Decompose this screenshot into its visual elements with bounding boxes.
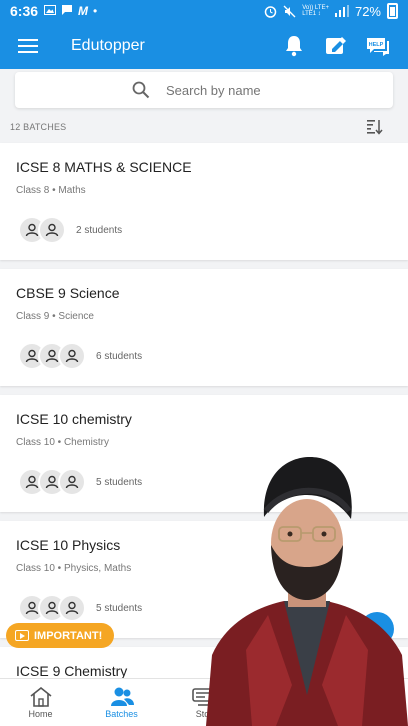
help-icon[interactable]: HELP (366, 34, 390, 58)
status-time: 6:36 (10, 3, 39, 19)
help-badge-text: HELP (369, 42, 384, 48)
batch-card[interactable]: CBSE 9 Science Class 9 • Science 6 stude… (0, 269, 408, 386)
search-bar[interactable] (15, 72, 393, 108)
status-bar: 6:36 M • Vo)) LTE+ LTE1 ↕ 72% (0, 0, 408, 22)
m-app-icon: M (78, 4, 89, 18)
search-input[interactable] (166, 82, 276, 98)
student-avatar-icon (58, 342, 86, 370)
message-icon (62, 5, 73, 15)
batch-subtitle: Class 10 • Chemistry (16, 437, 109, 448)
play-icon (15, 630, 29, 641)
student-avatars: 5 students (18, 594, 142, 622)
batch-subtitle: Class 10 • Physics, Maths (16, 563, 132, 574)
important-label: IMPORTANT! (34, 629, 103, 642)
bell-icon[interactable] (282, 34, 306, 58)
batch-subtitle: Class 8 • Maths (16, 185, 86, 196)
batch-subtitle: Class 9 • Science (16, 311, 94, 322)
batch-count-row: 12 BATCHES (10, 117, 398, 137)
student-avatars: 5 students (18, 468, 142, 496)
student-avatars: 2 students (18, 216, 122, 244)
menu-icon[interactable] (18, 38, 38, 53)
student-count: 5 students (96, 476, 143, 488)
search-icon (132, 81, 150, 99)
nav-home[interactable]: Home (0, 679, 81, 726)
dot-icon: • (93, 4, 98, 18)
nav-home-label: Home (28, 708, 53, 719)
gallery-icon (44, 5, 57, 15)
batches-icon (110, 687, 134, 706)
batch-count: 12 BATCHES (10, 122, 67, 132)
notification-icons: M • (44, 4, 97, 18)
student-count: 6 students (96, 350, 143, 362)
student-avatar-icon (58, 468, 86, 496)
nav-batches-label: Batches (105, 708, 138, 719)
student-count: 2 students (76, 224, 123, 236)
student-avatar-icon (38, 216, 66, 244)
sort-icon[interactable] (366, 119, 384, 135)
student-avatars: 6 students (18, 342, 142, 370)
important-video-button[interactable]: IMPORTANT! (6, 623, 114, 648)
app-title: Edutopper (71, 36, 145, 54)
batch-name: ICSE 10 Physics (16, 537, 121, 553)
batch-name: ICSE 10 chemistry (16, 411, 132, 427)
battery-icon (387, 3, 398, 19)
batch-name: ICSE 8 MATHS & SCIENCE (16, 159, 192, 175)
battery-percent: 72% (354, 3, 381, 19)
batch-name: ICSE 9 Chemistry (16, 663, 128, 679)
app-bar: Edutopper HELP (0, 22, 408, 69)
batch-card[interactable]: ICSE 8 MATHS & SCIENCE Class 8 • Maths 2… (0, 143, 408, 260)
batch-name: CBSE 9 Science (16, 285, 120, 301)
network-label: Vo)) LTE+ LTE1 ↕ (302, 5, 329, 17)
signal-icon (334, 5, 349, 17)
home-icon (30, 686, 51, 707)
student-count: 5 students (96, 602, 143, 614)
presenter-video-overlay (206, 455, 408, 726)
mute-icon (283, 5, 296, 17)
nav-batches[interactable]: Batches (81, 679, 162, 726)
alarm-icon (264, 5, 277, 18)
student-avatar-icon (58, 594, 86, 622)
edit-icon[interactable] (324, 34, 348, 58)
